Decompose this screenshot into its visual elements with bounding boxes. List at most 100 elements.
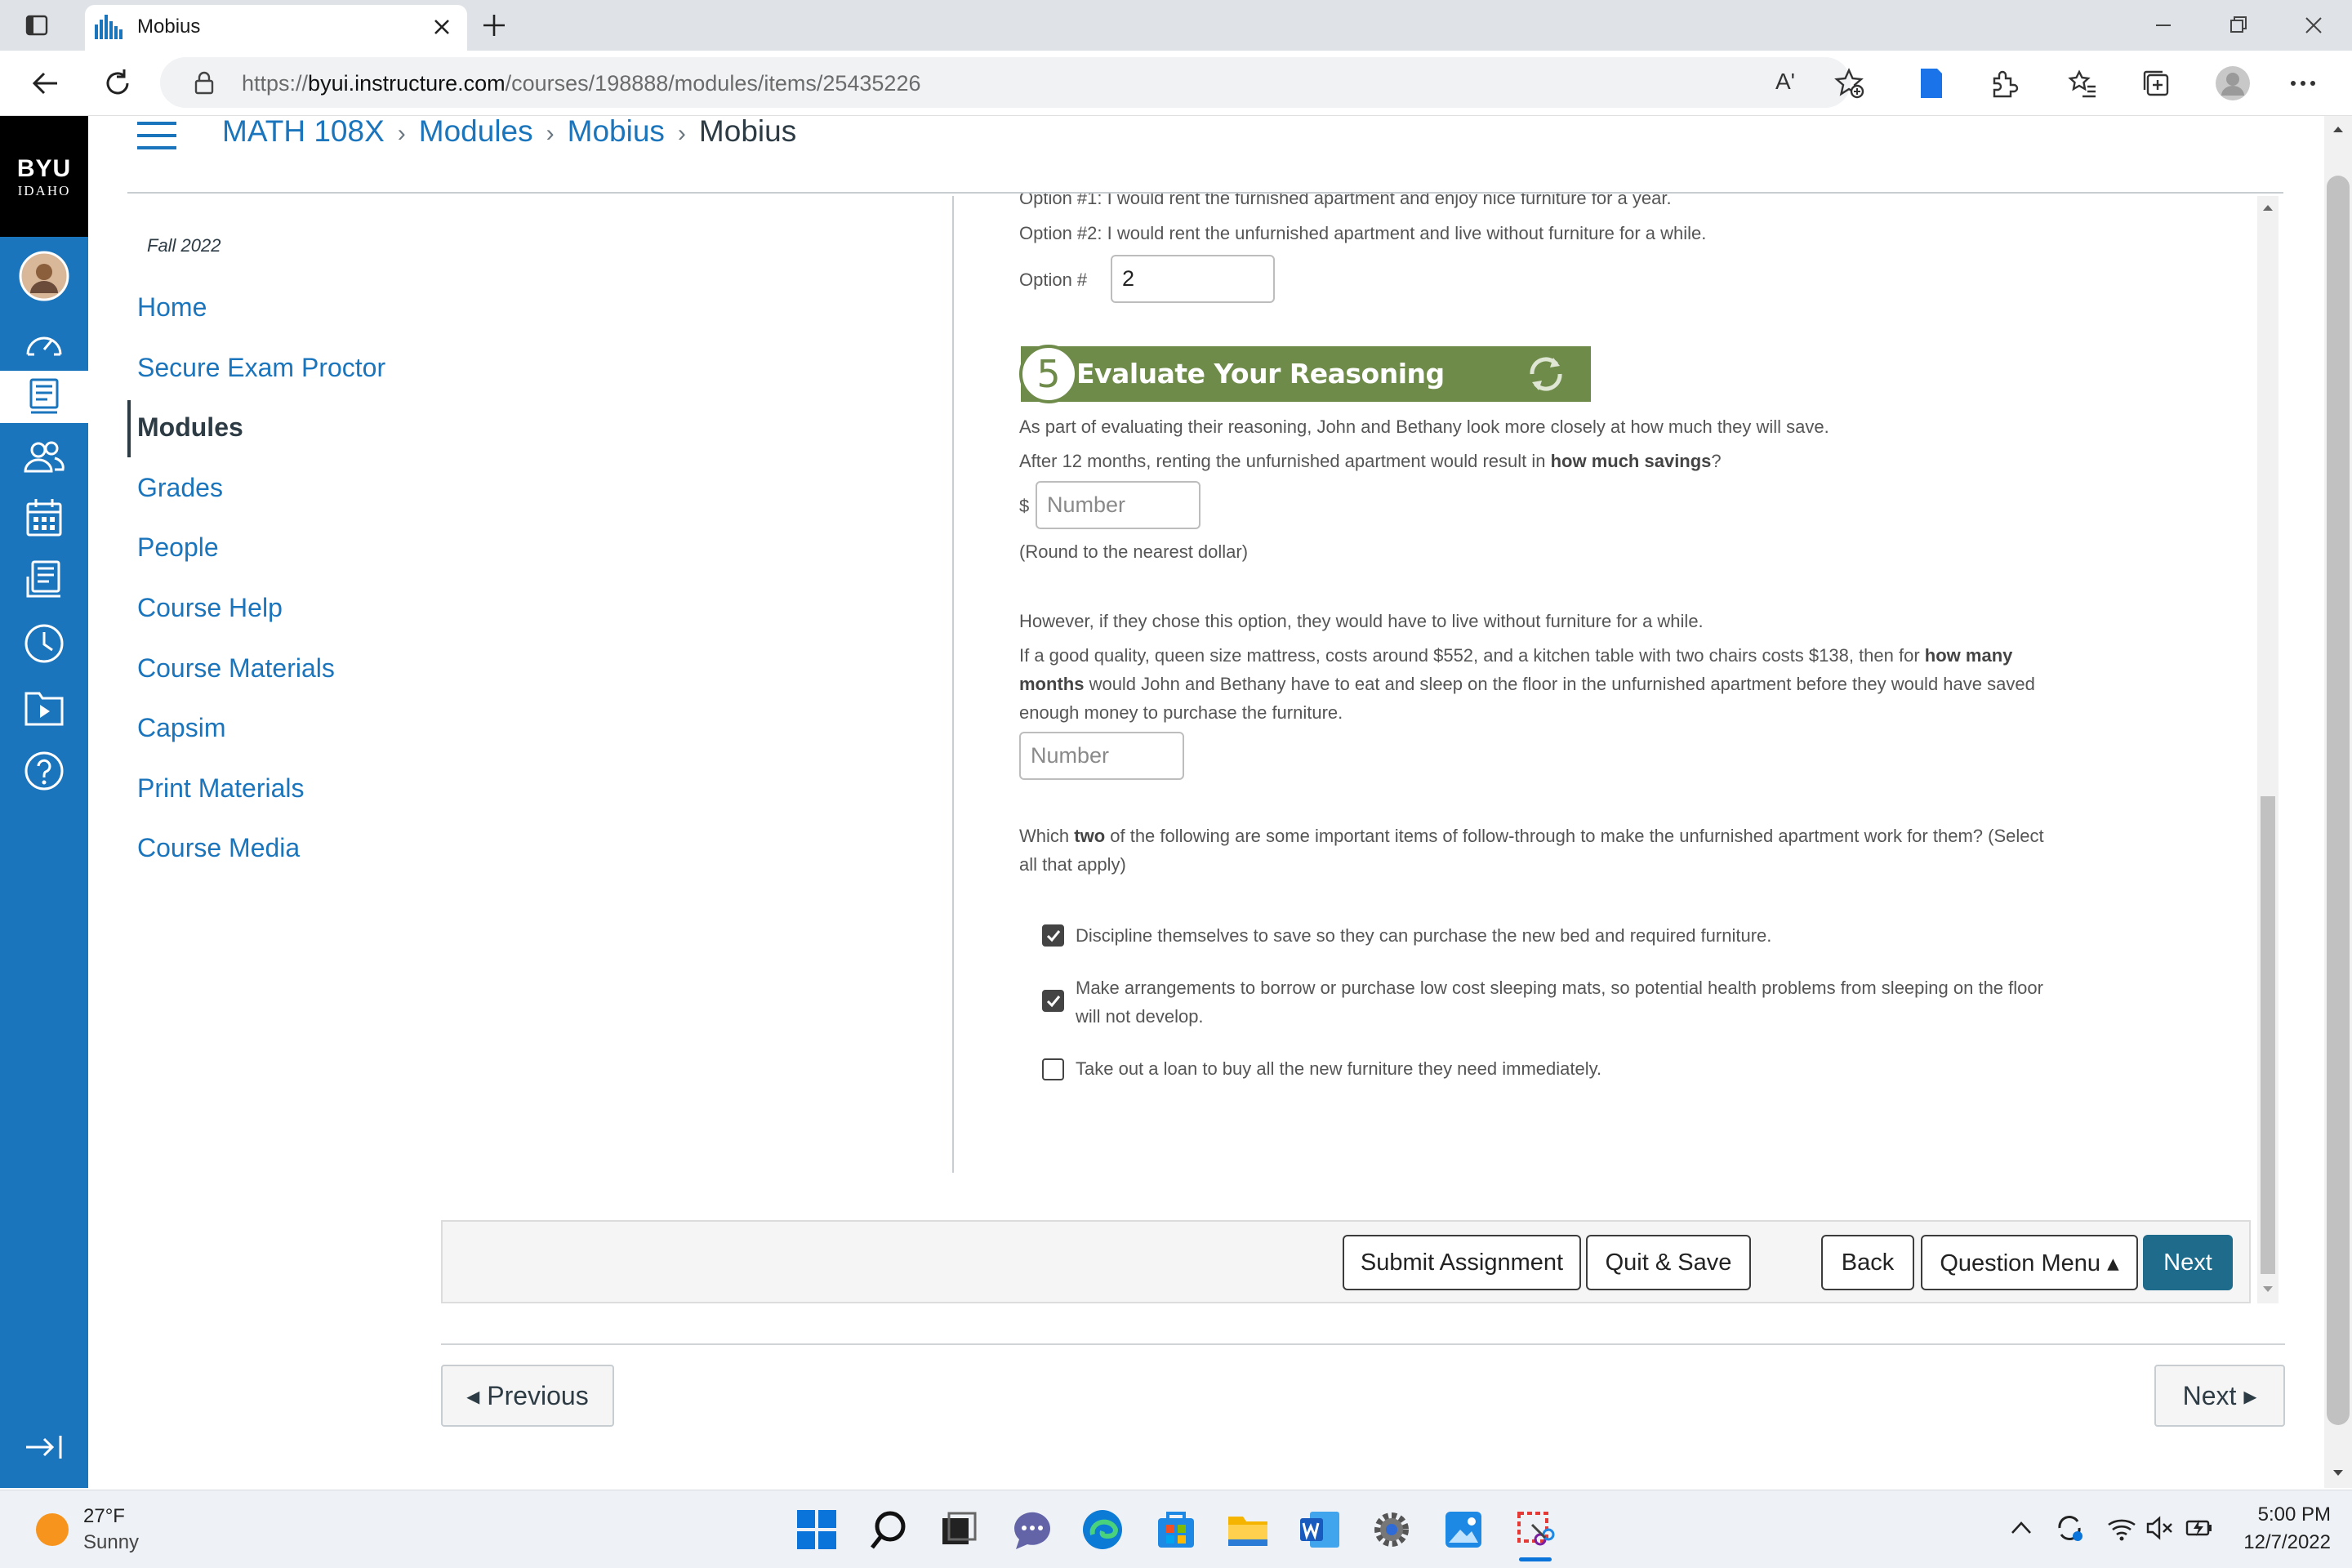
course-nav-home[interactable]: Home: [137, 292, 207, 323]
page-scrollbar-thumb[interactable]: [2327, 176, 2350, 1425]
course-nav-course-materials[interactable]: Course Materials: [137, 653, 335, 684]
course-nav-capsim[interactable]: Capsim: [137, 713, 225, 743]
groups-icon[interactable]: [0, 431, 88, 483]
choice-2-label[interactable]: Make arrangements to borrow or purchase …: [1076, 978, 2043, 999]
intro-text: As part of evaluating their reasoning, J…: [1019, 416, 1829, 437]
course-nav-people[interactable]: People: [137, 532, 219, 563]
course-nav-course-media[interactable]: Course Media: [137, 833, 300, 863]
favorites-add-icon[interactable]: [1833, 67, 1865, 100]
clock-date[interactable]: 12/7/2022: [2230, 1531, 2331, 1554]
browser-tab-bar: Mobius: [0, 0, 2352, 51]
course-nav-print-materials[interactable]: Print Materials: [137, 773, 305, 804]
weather-sun-icon[interactable]: [34, 1512, 70, 1548]
next-question-button[interactable]: Next: [2143, 1235, 2233, 1290]
more-icon[interactable]: [2288, 69, 2318, 98]
dashboard-icon[interactable]: [0, 317, 88, 369]
task-view-icon[interactable]: [936, 1507, 982, 1552]
studio-icon[interactable]: [0, 681, 88, 733]
search-icon[interactable]: [866, 1507, 911, 1552]
lock-icon[interactable]: [193, 70, 216, 95]
collections-icon[interactable]: [2140, 67, 2172, 100]
show-hidden-icons-icon[interactable]: [2009, 1518, 2034, 1538]
snipping-tool-icon[interactable]: [1512, 1507, 1558, 1552]
windows-taskbar: 27°F Sunny 5:00 PM 12/7/2022: [0, 1490, 2352, 1568]
breadcrumb-mobius[interactable]: Mobius: [568, 114, 665, 148]
clock-time[interactable]: 5:00 PM: [2252, 1503, 2331, 1526]
extension-app-icon[interactable]: [1919, 67, 1944, 100]
read-aloud-icon[interactable]: Aʹ: [1775, 69, 1795, 95]
choice-2-label-cont[interactable]: will not develop.: [1076, 1006, 1204, 1027]
course-nav-grades[interactable]: Grades: [137, 473, 223, 503]
savings-input[interactable]: Number: [1036, 481, 1200, 529]
teams-chat-icon[interactable]: [1009, 1507, 1055, 1552]
course-nav-secure-exam-proctor[interactable]: Secure Exam Proctor: [137, 353, 385, 383]
tab-actions-icon[interactable]: [24, 13, 49, 38]
settings-icon[interactable]: [1369, 1507, 1414, 1552]
next-module-button[interactable]: Next ▸: [2154, 1365, 2285, 1427]
favorites-icon[interactable]: [2066, 67, 2099, 100]
back-button[interactable]: Back: [1821, 1235, 1914, 1290]
profile-avatar-icon[interactable]: [2215, 65, 2251, 101]
course-nav-modules[interactable]: Modules: [137, 412, 243, 443]
page-scroll-down-icon[interactable]: [2332, 1468, 2345, 1478]
back-arrow-icon[interactable]: [29, 67, 62, 100]
file-explorer-icon[interactable]: [1225, 1507, 1271, 1552]
inbox-icon[interactable]: [0, 554, 88, 606]
close-tab-icon[interactable]: [431, 16, 452, 38]
photos-icon[interactable]: [1441, 1507, 1486, 1552]
history-icon[interactable]: [0, 617, 88, 670]
global-nav: BYU IDAHO: [0, 116, 88, 1488]
browser-tab[interactable]: Mobius: [85, 5, 467, 51]
select-question-line2: all that apply): [1019, 854, 1126, 875]
question-menu-button[interactable]: Question Menu ▴: [1921, 1235, 2138, 1290]
course-nav-course-help[interactable]: Course Help: [137, 593, 283, 623]
logo-subtext: IDAHO: [17, 183, 71, 198]
quit-save-button[interactable]: Quit & Save: [1586, 1235, 1751, 1290]
close-window-icon[interactable]: [2303, 15, 2324, 36]
choice-3-checkbox[interactable]: [1042, 1058, 1064, 1080]
calendar-icon[interactable]: [0, 492, 88, 544]
choice-3-label[interactable]: Take out a loan to buy all the new furni…: [1076, 1058, 1601, 1080]
months-question-line1: If a good quality, queen size mattress, …: [1019, 645, 2013, 666]
scroll-down-icon[interactable]: [2261, 1285, 2274, 1294]
section-banner: 5 Evaluate Your Reasoning: [1019, 345, 1591, 403]
account-avatar[interactable]: [0, 248, 88, 304]
battery-icon[interactable]: [2184, 1513, 2216, 1543]
edge-icon[interactable]: [1080, 1507, 1125, 1552]
weather-condition[interactable]: Sunny: [83, 1531, 139, 1554]
hamburger-menu-icon[interactable]: [136, 121, 178, 150]
courses-icon[interactable]: [0, 371, 88, 423]
extensions-icon[interactable]: [1988, 67, 2020, 100]
option-number-input[interactable]: 2: [1111, 255, 1275, 303]
previous-module-button[interactable]: ◂ Previous: [441, 1365, 614, 1427]
content-scrollbar-thumb[interactable]: [2261, 796, 2275, 1274]
minimize-icon[interactable]: [2153, 15, 2174, 36]
breadcrumb-course[interactable]: MATH 108X: [222, 114, 385, 148]
store-icon[interactable]: [1153, 1507, 1199, 1552]
sync-icon[interactable]: [2053, 1512, 2086, 1544]
breadcrumb-current: Mobius: [698, 114, 797, 148]
word-icon[interactable]: [1297, 1507, 1343, 1552]
help-icon[interactable]: [0, 745, 88, 797]
breadcrumb-modules[interactable]: Modules: [419, 114, 533, 148]
footer-divider: [441, 1343, 2285, 1345]
address-bar[interactable]: https://byui.instructure.com/courses/198…: [160, 57, 1851, 108]
choice-1-label[interactable]: Discipline themselves to save so they ca…: [1076, 925, 1771, 947]
choice-2-checkbox[interactable]: [1042, 990, 1064, 1012]
months-input[interactable]: Number: [1019, 732, 1184, 780]
checkmark-icon: [1046, 929, 1060, 942]
restore-icon[interactable]: [2228, 15, 2249, 36]
volume-muted-icon[interactable]: [2145, 1513, 2174, 1543]
collapse-nav-icon[interactable]: [0, 1421, 88, 1473]
mobius-favicon-icon: [93, 13, 126, 41]
windows-start-icon[interactable]: [794, 1507, 840, 1552]
new-tab-icon[interactable]: [480, 11, 508, 39]
refresh-icon[interactable]: [101, 67, 134, 100]
byu-idaho-logo[interactable]: BYU IDAHO: [0, 116, 88, 237]
weather-temp[interactable]: 27°F: [83, 1505, 125, 1528]
wifi-icon[interactable]: [2107, 1513, 2136, 1543]
choice-1-checkbox[interactable]: [1042, 924, 1064, 947]
page-scroll-up-icon[interactable]: [2332, 124, 2345, 134]
submit-assignment-button[interactable]: Submit Assignment: [1343, 1235, 1581, 1290]
scroll-up-icon[interactable]: [2261, 203, 2274, 212]
